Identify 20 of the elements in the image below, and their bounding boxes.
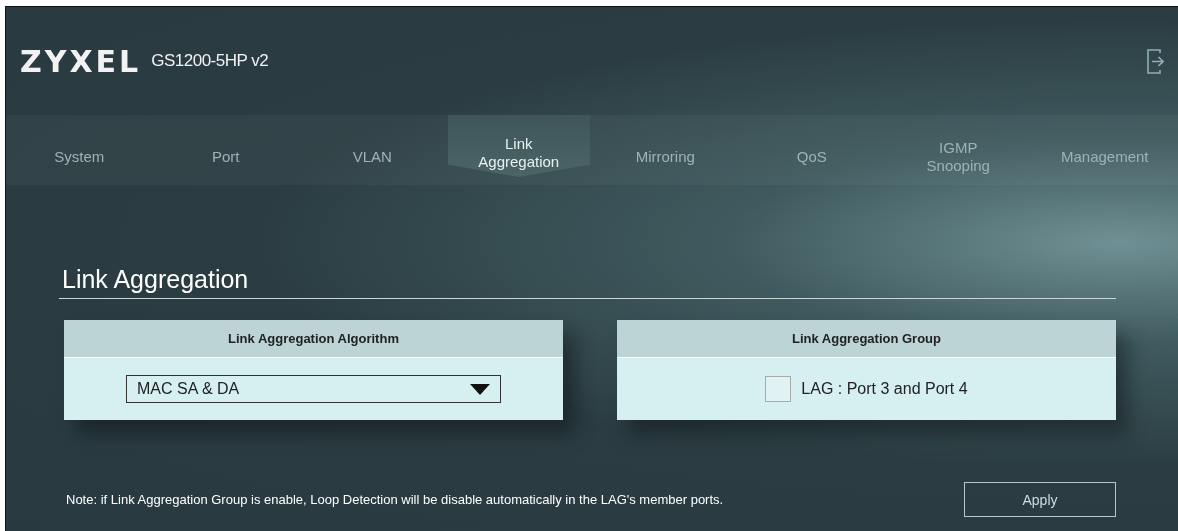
nav-tab[interactable]: Management	[1031, 115, 1178, 185]
nav-tab[interactable]: VLAN	[299, 115, 446, 185]
dropdown-arrow-icon	[470, 383, 490, 395]
checkbox[interactable]	[765, 376, 792, 402]
apply-button[interactable]: Apply	[964, 482, 1116, 517]
logo: ZYXEL	[20, 43, 142, 79]
nav-tab[interactable]: Link Aggregation	[447, 115, 590, 177]
note-text: Note: if Link Aggregation Group is enable, Loop Detection will be disable automatically in the LAG's member ports.	[66, 492, 724, 507]
checkbox-label: LAG : Port 3 and Port 4	[801, 380, 968, 398]
panel-heading: Link Aggregation Algorithm	[64, 320, 563, 358]
model-name: GS1200-5HP v2	[151, 51, 269, 71]
nav-tab[interactable]: QoS	[738, 115, 885, 185]
panel-heading: Link Aggregation Group	[617, 320, 1116, 358]
nav-tab[interactable]: Mirroring	[592, 115, 739, 185]
section-title: Link Aggregation	[59, 265, 1116, 299]
nav-tab[interactable]: IGMP Snooping	[885, 115, 1032, 185]
logout-icon[interactable]	[1146, 47, 1164, 75]
nav-tab[interactable]: System	[6, 115, 153, 185]
nav-tab[interactable]: Port	[152, 115, 299, 185]
algorithm-dropdown[interactable]: MAC SA & DA	[126, 375, 501, 403]
